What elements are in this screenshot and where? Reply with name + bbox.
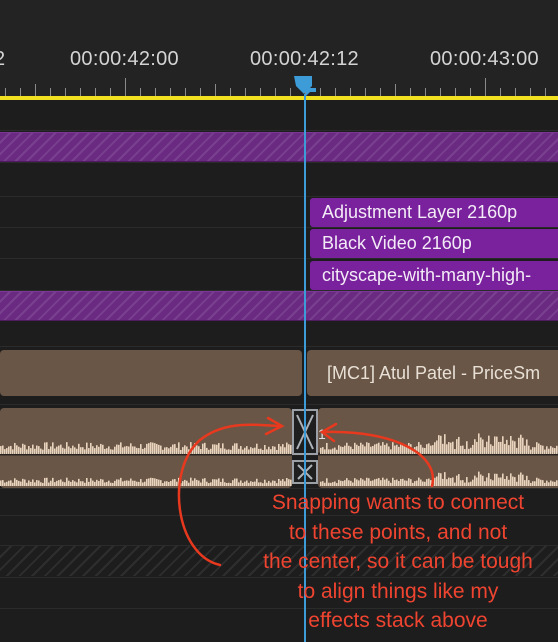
annotation-note: Snapping wants to connect to these point…: [238, 488, 558, 636]
annotation-line: to these points, and not: [288, 520, 508, 544]
annotation-line: effects stack above: [308, 609, 488, 632]
annotation-arrow-right: [322, 430, 435, 488]
annotation-line: Snapping wants to connect: [271, 491, 525, 514]
annotation-line: the center, so it can be tough: [263, 550, 533, 573]
annotation-line: to align things like my: [297, 579, 499, 603]
